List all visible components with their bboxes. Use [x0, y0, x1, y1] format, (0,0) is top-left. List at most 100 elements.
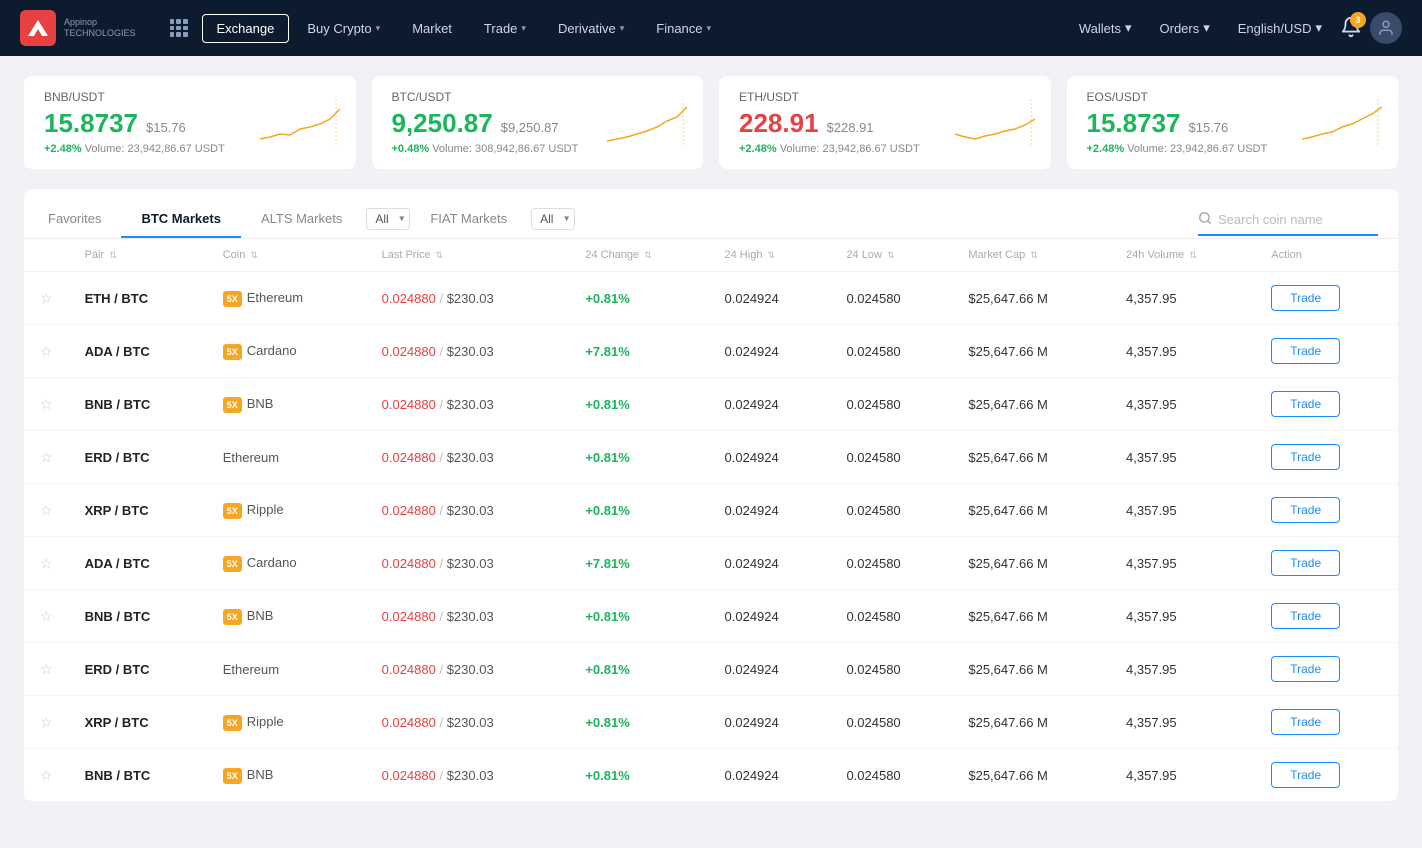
pair-name: ADA / BTC [85, 556, 150, 571]
trade-button[interactable]: Trade [1271, 550, 1340, 576]
action-cell-4: Trade [1255, 484, 1398, 537]
star-cell-9[interactable]: ☆ [24, 749, 69, 802]
star-cell-6[interactable]: ☆ [24, 590, 69, 643]
th-change_24[interactable]: 24 Change ⇅ [569, 239, 708, 272]
ticker-card-1[interactable]: BTC/USDT 9,250.87 $9,250.87 +0.48% Volum… [372, 76, 704, 169]
trade-button[interactable]: Trade [1271, 762, 1340, 788]
change-cell-3: +0.81% [569, 431, 708, 484]
nav-derivative[interactable]: Derivative ▾ [544, 15, 638, 42]
star-cell-4[interactable]: ☆ [24, 484, 69, 537]
pair-cell-9: BNB / BTC [69, 749, 207, 802]
th-coin[interactable]: Coin ⇅ [207, 239, 366, 272]
orders-caret: ▾ [1203, 20, 1210, 36]
table-row: ☆ERD / BTCEthereum0.024880 / $230.03+0.8… [24, 643, 1398, 696]
star-icon[interactable]: ☆ [40, 449, 53, 465]
trade-button[interactable]: Trade [1271, 656, 1340, 682]
trade-button[interactable]: Trade [1271, 497, 1340, 523]
th-market_cap[interactable]: Market Cap ⇅ [952, 239, 1110, 272]
market-tabs: FavoritesBTC MarketsALTS MarketsAllFIAT … [24, 189, 1398, 239]
star-icon[interactable]: ☆ [40, 608, 53, 624]
star-icon[interactable]: ☆ [40, 555, 53, 571]
star-icon[interactable]: ☆ [40, 502, 53, 518]
change-cell-6: +0.81% [569, 590, 708, 643]
trade-button[interactable]: Trade [1271, 444, 1340, 470]
pair-name: BNB / BTC [85, 609, 151, 624]
star-icon[interactable]: ☆ [40, 714, 53, 730]
coin-badge: 5X [223, 715, 242, 731]
table-row: ☆XRP / BTC5XRipple0.024880 / $230.03+0.8… [24, 696, 1398, 749]
nav-market[interactable]: Market [398, 15, 466, 42]
star-cell-5[interactable]: ☆ [24, 537, 69, 590]
user-avatar[interactable] [1370, 12, 1402, 44]
th-high_24[interactable]: 24 High ⇅ [709, 239, 831, 272]
filter-select-fiat[interactable]: All [531, 208, 575, 230]
ticker-card-3[interactable]: EOS/USDT 15.8737 $15.76 +2.48% Volume: 2… [1067, 76, 1399, 169]
action-cell-0: Trade [1255, 272, 1398, 325]
th-pair[interactable]: Pair ⇅ [69, 239, 207, 272]
coin-badge: 5X [223, 397, 242, 413]
low-cell-4: 0.024580 [830, 484, 952, 537]
pair-cell-6: BNB / BTC [69, 590, 207, 643]
last-price-usd: $230.03 [447, 450, 494, 465]
orders-button[interactable]: Orders ▾ [1150, 14, 1220, 42]
trade-button[interactable]: Trade [1271, 338, 1340, 364]
pair-cell-4: XRP / BTC [69, 484, 207, 537]
ticker-main-price: 15.8737 [44, 108, 138, 139]
market-tab-favorites[interactable]: Favorites [44, 201, 121, 238]
star-cell-2[interactable]: ☆ [24, 378, 69, 431]
last-price-cell-6: 0.024880 / $230.03 [366, 590, 570, 643]
star-cell-8[interactable]: ☆ [24, 696, 69, 749]
star-icon[interactable]: ☆ [40, 661, 53, 677]
wallets-button[interactable]: Wallets ▾ [1069, 14, 1142, 42]
action-cell-7: Trade [1255, 643, 1398, 696]
th-last_price[interactable]: Last Price ⇅ [366, 239, 570, 272]
nav-exchange[interactable]: Exchange [202, 14, 290, 43]
market-tab-fiat[interactable]: FIAT Markets [410, 201, 527, 238]
th-volume_24[interactable]: 24h Volume ⇅ [1110, 239, 1255, 272]
th-low_24[interactable]: 24 Low ⇅ [830, 239, 952, 272]
filter-select-alts[interactable]: All [366, 208, 410, 230]
star-icon[interactable]: ☆ [40, 343, 53, 359]
ticker-card-0[interactable]: BNB/USDT 15.8737 $15.76 +2.48% Volume: 2… [24, 76, 356, 169]
brand[interactable]: Appinop TECHNOLOGIES [20, 10, 136, 46]
ticker-usd-price: $15.76 [1188, 120, 1228, 135]
trade-button[interactable]: Trade [1271, 391, 1340, 417]
coin-name: Ripple [247, 502, 284, 517]
action-cell-1: Trade [1255, 325, 1398, 378]
coin-name: BNB [247, 767, 274, 782]
coin-name: BNB [247, 608, 274, 623]
star-cell-3[interactable]: ☆ [24, 431, 69, 484]
star-icon[interactable]: ☆ [40, 290, 53, 306]
high-cell-9: 0.024924 [709, 749, 831, 802]
coin-badge: 5X [223, 344, 242, 360]
market-tab-btc[interactable]: BTC Markets [121, 201, 240, 238]
coin-cell-8: 5XRipple [207, 696, 366, 749]
market-cap-cell-3: $25,647.66 M [952, 431, 1110, 484]
low-cell-7: 0.024580 [830, 643, 952, 696]
star-icon[interactable]: ☆ [40, 767, 53, 783]
nav-finance[interactable]: Finance ▾ [642, 15, 725, 42]
low-cell-9: 0.024580 [830, 749, 952, 802]
nav-trade[interactable]: Trade ▾ [470, 15, 540, 42]
star-cell-0[interactable]: ☆ [24, 272, 69, 325]
language-button[interactable]: English/USD ▾ [1228, 14, 1332, 42]
grid-icon[interactable] [170, 19, 188, 37]
notification-bell[interactable]: 3 [1340, 16, 1362, 41]
trade-button[interactable]: Trade [1271, 709, 1340, 735]
trade-button[interactable]: Trade [1271, 603, 1340, 629]
pair-cell-0: ETH / BTC [69, 272, 207, 325]
ticker-card-2[interactable]: ETH/USDT 228.91 $228.91 +2.48% Volume: 2… [719, 76, 1051, 169]
star-cell-1[interactable]: ☆ [24, 325, 69, 378]
star-icon[interactable]: ☆ [40, 396, 53, 412]
star-cell-7[interactable]: ☆ [24, 643, 69, 696]
market-cap-cell-2: $25,647.66 M [952, 378, 1110, 431]
market-tab-alts[interactable]: ALTS Markets [241, 201, 362, 238]
low-cell-5: 0.024580 [830, 537, 952, 590]
search-input[interactable] [1218, 212, 1378, 227]
search-wrap [1198, 205, 1378, 236]
trade-button[interactable]: Trade [1271, 285, 1340, 311]
nav-buy-crypto[interactable]: Buy Crypto ▾ [293, 15, 394, 42]
high-cell-7: 0.024924 [709, 643, 831, 696]
coin-name: Cardano [247, 343, 297, 358]
volume-cell-5: 4,357.95 [1110, 537, 1255, 590]
